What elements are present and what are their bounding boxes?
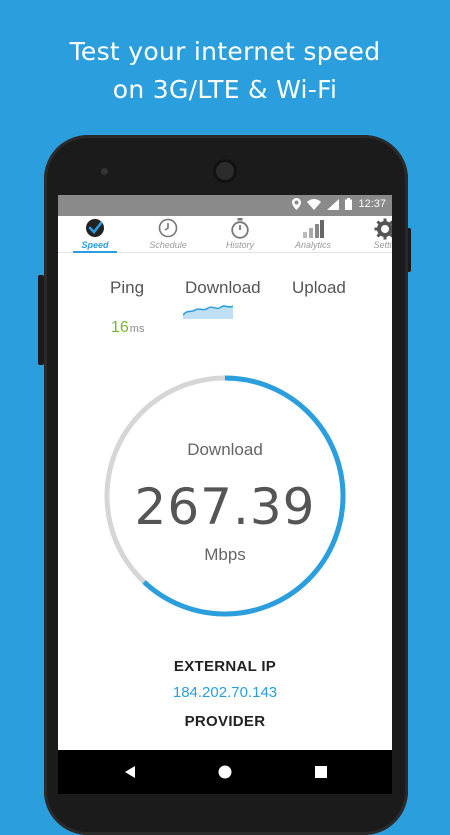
tab-history[interactable]: History (210, 216, 270, 252)
wifi-icon (307, 198, 322, 210)
back-button[interactable] (110, 750, 150, 794)
speedometer-check-icon (86, 219, 104, 237)
upload-label[interactable]: Upload (292, 278, 346, 298)
gauge-unit: Mbps (204, 545, 246, 564)
download-sparkline (183, 305, 233, 319)
home-icon (218, 765, 232, 779)
navigation-bar (58, 750, 392, 794)
clock-icon (158, 218, 178, 238)
external-ip-label: EXTERNAL IP (173, 658, 277, 675)
location-icon (292, 198, 302, 210)
proximity-sensor (101, 168, 108, 175)
download-label[interactable]: Download (185, 278, 261, 298)
gear-icon (374, 218, 392, 240)
ping-unit: ms (129, 323, 145, 335)
recents-icon (315, 766, 327, 778)
headline-line-1: Test your internet speed (69, 37, 381, 66)
gauge-value: 267.39 (134, 478, 316, 536)
ping-value: 16 (111, 319, 129, 336)
tab-speed[interactable]: Speed (65, 216, 125, 253)
promo-headline: Test your internet speed on 3G/LTE & Wi-… (0, 33, 450, 109)
tab-label: History (225, 240, 254, 250)
signal-icon (327, 198, 340, 210)
recents-button[interactable] (301, 750, 341, 794)
app-screen: 12:37 Speed Schedule History Analytics S… (58, 195, 392, 750)
external-ip-value: 184.202.70.143 (172, 684, 278, 701)
tab-settings[interactable]: Settin (355, 216, 392, 252)
status-time: 12:37 (358, 198, 386, 210)
back-icon (125, 766, 135, 778)
tab-label: Speed (81, 240, 109, 250)
status-bar: 12:37 (58, 195, 392, 216)
ping-label[interactable]: Ping (110, 278, 144, 298)
tab-label: Schedule (149, 240, 187, 250)
front-camera (213, 159, 237, 183)
battery-icon (345, 198, 353, 210)
tab-label: Settin (373, 240, 392, 250)
tab-analytics[interactable]: Analytics (283, 216, 343, 252)
provider-label: PROVIDER (184, 713, 266, 730)
home-button[interactable] (205, 750, 245, 794)
tab-bar: Speed Schedule History Analytics Setti (58, 216, 392, 253)
bar-chart-icon (303, 220, 324, 238)
headline-line-2: on 3G/LTE & Wi-Fi (112, 75, 338, 104)
tab-schedule[interactable]: Schedule (138, 216, 198, 252)
gauge-title: Download (187, 440, 263, 459)
tab-label: Analytics (294, 240, 331, 250)
ping-value-group: 16ms (111, 319, 144, 337)
stopwatch-icon (231, 218, 249, 239)
